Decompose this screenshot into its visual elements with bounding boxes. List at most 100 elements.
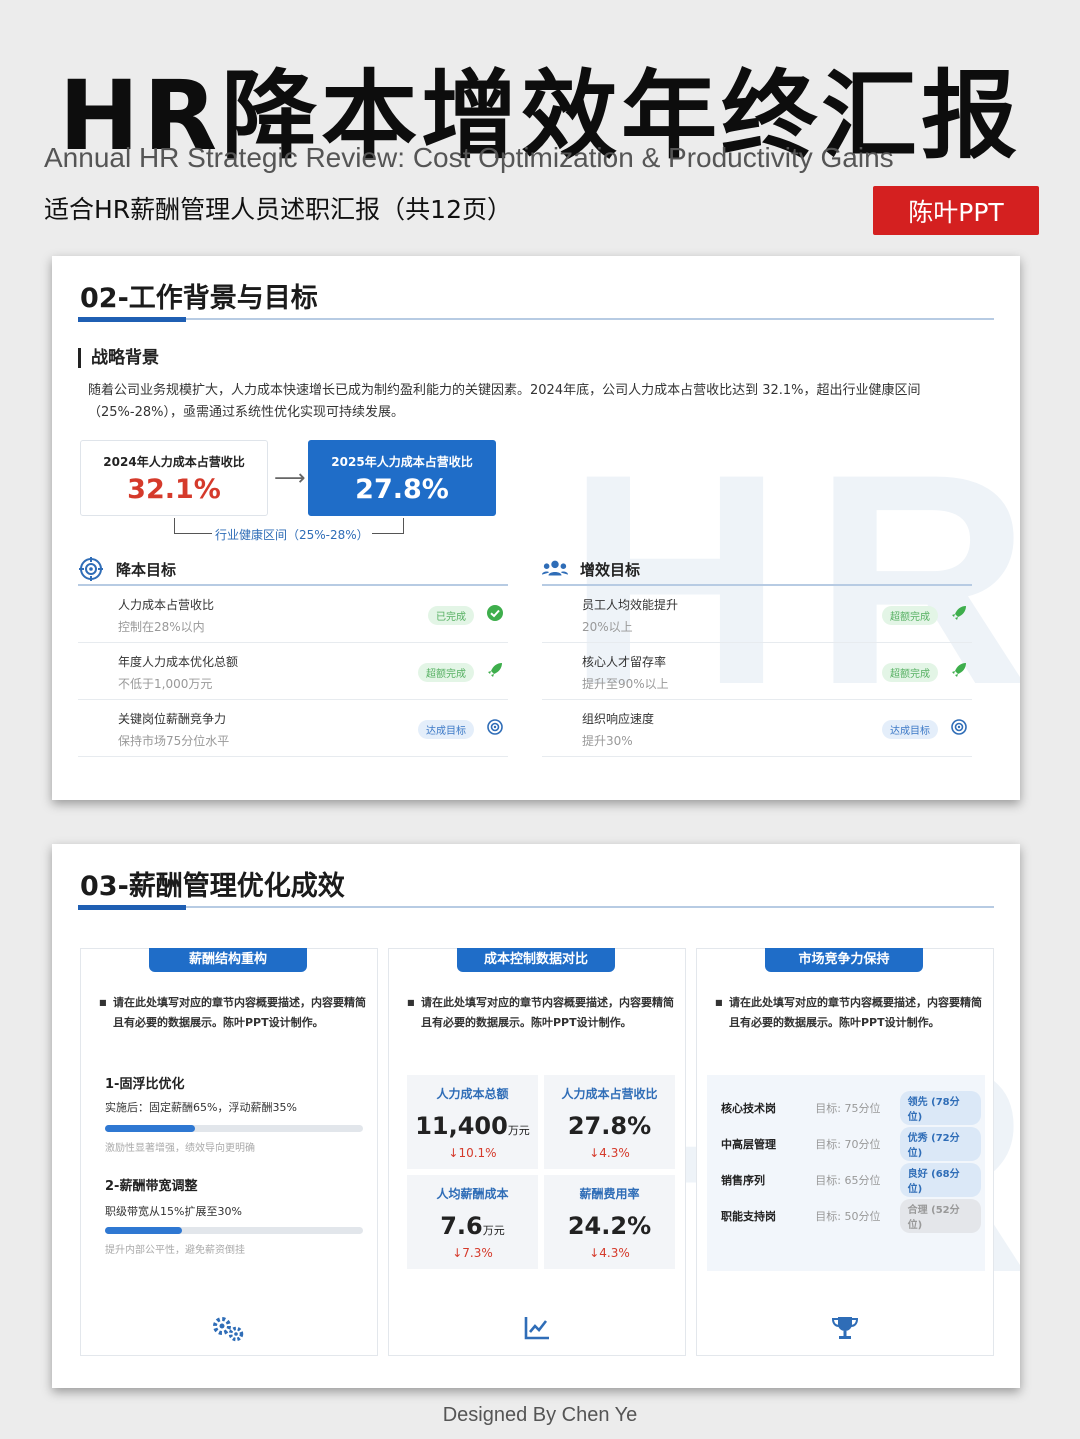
role-cell: 核心技术岗 [721, 1102, 776, 1115]
card-market: 市场竞争力保持 请在此处填写对应的章节内容概要描述，内容要精简且有必要的数据展示… [696, 948, 994, 1356]
stat-2024-label: 2024年人力成本占营收比 [103, 455, 245, 469]
status-badge: 超额完成 [418, 663, 474, 682]
range-label: 行业健康区间（25%-28%） [212, 526, 372, 543]
metric-unit: 万元 [482, 1224, 505, 1237]
slide-title: 03-薪酬管理优化成效 [80, 871, 345, 902]
table-row: 职能支持岗 目标: 50分位 合理 (52分位) [721, 1199, 981, 1233]
metric-value: 27.8% [567, 1112, 652, 1140]
level-badge: 优秀 (72分位) [899, 1127, 981, 1161]
goal-row: 核心人才留存率 提升至90%以上 超额完成 [542, 643, 972, 700]
level-badge: 良好 (68分位) [899, 1163, 981, 1197]
slide-compensation-results: HR 03-薪酬管理优化成效 薪酬结构重构 请在此处填写对应的章节内容概要描述，… [52, 844, 1020, 1388]
item-sub: 职级带宽从15%扩展至30% [105, 1205, 242, 1218]
goal-row: 组织响应速度 提升30% 达成目标 [542, 700, 972, 757]
stat-2024: 2024年人力成本占营收比 32.1% [80, 440, 268, 516]
footer-credit: Designed By Chen Ye [442, 1404, 638, 1426]
rocket-icon [486, 661, 504, 679]
card-description: 请在此处填写对应的章节内容概要描述，内容要精简且有必要的数据展示。陈叶PPT设计… [407, 993, 675, 1033]
card-tab: 市场竞争力保持 [765, 948, 923, 972]
metric-label: 人均薪酬成本 [436, 1187, 509, 1201]
card-tab: 成本控制数据对比 [457, 948, 615, 972]
level-badge: 领先 (78分位) [899, 1091, 981, 1125]
rocket-icon [950, 604, 968, 622]
metric-value: 7.6 [440, 1212, 483, 1240]
cost-goals-title: 降本目标 [116, 560, 177, 579]
bullseye-icon [950, 718, 968, 736]
hero-subtitle: Annual HR Strategic Review: Cost Optimiz… [44, 142, 894, 173]
progress-fill [105, 1125, 196, 1132]
bullseye-icon [486, 718, 504, 736]
table-row: 销售序列 目标: 65分位 良好 (68分位) [721, 1163, 981, 1197]
item-sub: 实施后：固定薪酬65%，浮动薪酬35% [105, 1101, 297, 1114]
card-description: 请在此处填写对应的章节内容概要描述，内容要精简且有必要的数据展示。陈叶PPT设计… [99, 993, 367, 1033]
metric-delta: ↓4.3% [589, 1246, 630, 1260]
item-title: 1-固浮比优化 [105, 1077, 185, 1092]
metric-delta: ↓7.3% [452, 1246, 493, 1260]
card-structure: 薪酬结构重构 请在此处填写对应的章节内容概要描述，内容要精简且有必要的数据展示。… [80, 948, 378, 1356]
metric-value: 24.2% [567, 1212, 652, 1240]
item-note: 提升内部公平性，避免薪资倒挂 [105, 1245, 245, 1256]
table-row: 中高层管理 目标: 70分位 优秀 (72分位) [721, 1127, 981, 1161]
title-divider [78, 906, 994, 908]
metric-unit: 万元 [507, 1124, 530, 1137]
metric-label: 薪酬费用率 [579, 1187, 640, 1201]
trophy-icon [697, 1315, 993, 1341]
goal-row: 关键岗位薪酬竞争力 保持市场75分位水平 达成目标 [78, 700, 508, 757]
progress-bar [105, 1125, 363, 1132]
stat-2025-value: 27.8% [355, 474, 449, 505]
metric-delta: ↓4.3% [589, 1146, 630, 1160]
goal-row: 年度人力成本优化总额 不低于1,000万元 超额完成 [78, 643, 508, 700]
card-tab: 薪酬结构重构 [149, 948, 307, 972]
metric-card: 人力成本总额 11,400万元 ↓10.1% [407, 1075, 538, 1169]
item-note: 激励性显著增强，绩效导向更明确 [105, 1143, 255, 1154]
goal-row: 员工人均效能提升 20%以上 超额完成 [542, 586, 972, 643]
status-badge: 超额完成 [882, 606, 938, 625]
goal-row: 人力成本占营收比 控制在28%以内 已完成 [78, 586, 508, 643]
title-divider [78, 318, 994, 320]
target-cell: 目标: 65分位 [815, 1174, 881, 1187]
status-badge: 达成目标 [882, 720, 938, 739]
line-chart-icon [389, 1315, 685, 1341]
metric-delta: ↓10.1% [448, 1146, 497, 1160]
metric-card: 人均薪酬成本 7.6万元 ↓7.3% [407, 1175, 538, 1269]
status-badge: 超额完成 [882, 663, 938, 682]
role-cell: 销售序列 [721, 1174, 765, 1187]
status-badge: 达成目标 [418, 720, 474, 739]
stat-2024-value: 32.1% [127, 474, 221, 505]
metric-card: 人力成本占营收比 27.8% ↓4.3% [544, 1075, 675, 1169]
item-title: 2-薪酬带宽调整 [105, 1179, 198, 1194]
market-table: 核心技术岗 目标: 75分位 领先 (78分位) 中高层管理 目标: 70分位 … [707, 1075, 985, 1271]
rocket-icon [950, 661, 968, 679]
card-cost-control: 成本控制数据对比 请在此处填写对应的章节内容概要描述，内容要精简且有必要的数据展… [388, 948, 686, 1356]
stat-2025: 2025年人力成本占营收比 27.8% [308, 440, 496, 516]
role-cell: 中高层管理 [721, 1138, 776, 1151]
hero-description: 适合HR薪酬管理人员述职汇报（共12页） [44, 195, 512, 224]
gears-icon [81, 1315, 377, 1343]
progress-fill [105, 1227, 183, 1234]
target-cell: 目标: 75分位 [815, 1102, 881, 1115]
card-description: 请在此处填写对应的章节内容概要描述，内容要精简且有必要的数据展示。陈叶PPT设计… [715, 993, 983, 1033]
target-cell: 目标: 50分位 [815, 1210, 881, 1223]
metric-label: 人力成本占营收比 [561, 1087, 658, 1101]
stat-2025-label: 2025年人力成本占营收比 [331, 455, 473, 469]
team-icon [542, 556, 568, 582]
efficiency-goals: 增效目标 员工人均效能提升 20%以上 超额完成 核心人才留存率 提升至90%以… [542, 558, 972, 757]
metric-value: 11,400 [415, 1112, 508, 1140]
status-badge: 已完成 [428, 606, 474, 625]
title-divider-accent [78, 905, 186, 910]
arrow-right-icon: ⟶ [274, 466, 306, 491]
level-badge: 合理 (52分位) [899, 1199, 981, 1233]
title-divider-accent [78, 317, 186, 322]
section-heading: 战略背景 [78, 348, 159, 368]
brand-badge: 陈叶PPT [873, 186, 1039, 235]
target-cell: 目标: 70分位 [815, 1138, 881, 1151]
efficiency-goals-title: 增效目标 [580, 560, 641, 579]
metric-card: 薪酬费用率 24.2% ↓4.3% [544, 1175, 675, 1269]
slide-title: 02-工作背景与目标 [80, 283, 318, 314]
role-cell: 职能支持岗 [721, 1210, 776, 1223]
progress-bar [105, 1227, 363, 1234]
intro-paragraph: 随着公司业务规模扩大，人力成本快速增长已成为制约盈利能力的关键因素。2024年底… [88, 383, 921, 420]
slide-work-background: HR 02-工作背景与目标 战略背景 随着公司业务规模扩大，人力成本快速增长已成… [52, 256, 1020, 800]
metric-label: 人力成本总额 [436, 1087, 509, 1101]
table-row: 核心技术岗 目标: 75分位 领先 (78分位) [721, 1091, 981, 1125]
